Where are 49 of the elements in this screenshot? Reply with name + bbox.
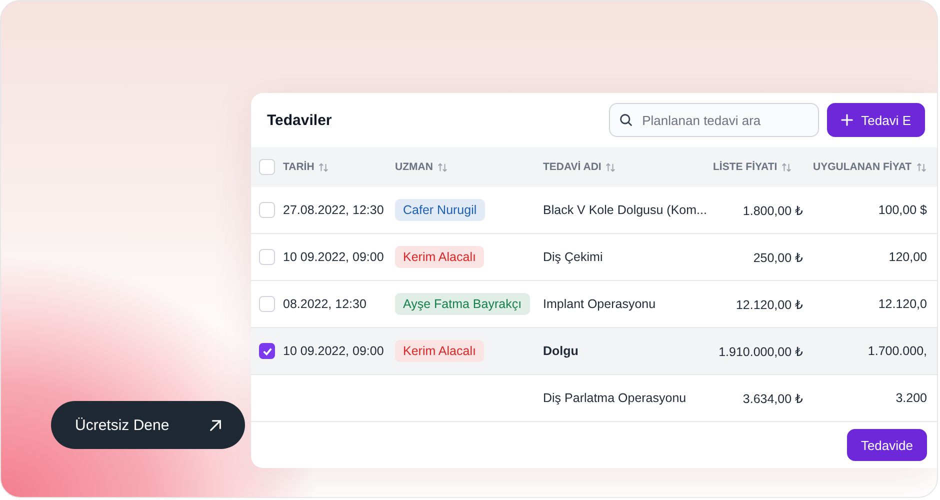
treatment-name: Black V Kole Dolgusu (Kom... <box>543 203 707 217</box>
card-title: Tedaviler <box>267 112 332 128</box>
list-price: 3.634,00 ₺ <box>742 392 803 406</box>
column-header[interactable]: UZMAN <box>395 161 433 173</box>
treatment-name: Implant Operasyonu <box>543 297 656 311</box>
table-row[interactable]: Diş Parlatma Operasyonu 3.634,00 ₺ 3.200 <box>251 375 937 422</box>
table-row[interactable]: 27.08.2022, 12:30 Cafer Nurugil Black V Kole Dolgusu (Kom... 1.800,00 ₺ 100,00 $ <box>251 187 937 234</box>
sort-icon[interactable] <box>916 162 927 172</box>
specialist-tag: Cafer Nurugil <box>395 199 485 221</box>
specialist-tag: Kerim Alacalı <box>395 340 484 362</box>
specialist-tag: Kerim Alacalı <box>395 246 484 268</box>
plus-icon <box>841 114 854 126</box>
free-trial-button[interactable]: Ücretsiz Dene <box>51 401 245 449</box>
add-treatment-button[interactable]: Tedavi E <box>827 103 925 137</box>
treatment-button[interactable]: Tedavide <box>846 429 927 461</box>
list-price: 1.910.000,00 ₺ <box>718 344 803 358</box>
column-header[interactable]: LİSTE FİYATI <box>713 161 778 173</box>
treatment-name: Diş Çekimi <box>543 250 603 264</box>
sort-icon[interactable] <box>781 162 792 172</box>
date-text: 10 09.2022, 09:00 <box>283 344 384 358</box>
applied-price: 100,00 $ <box>878 203 927 217</box>
check-icon <box>262 346 272 356</box>
sort-icon[interactable] <box>318 162 330 172</box>
sort-icon[interactable] <box>436 162 448 172</box>
applied-price: 1.700.000, <box>868 344 927 358</box>
list-price: 12.120,00 ₺ <box>736 298 803 312</box>
column-header[interactable]: UYGULANAN FİYAT <box>813 161 912 173</box>
list-price: 1.800,00 ₺ <box>742 204 803 218</box>
applied-price: 120,00 <box>888 250 927 264</box>
treatment-name: Diş Parlatma Operasyonu <box>543 391 686 405</box>
specialist-tag: Ayşe Fatma Bayrakçı <box>395 293 530 315</box>
search-icon <box>619 113 634 127</box>
table-row[interactable]: 10 09.2022, 09:00 Kerim Alacalı Dolgu 1.910.000,00 ₺ 1.700.000, <box>251 328 937 375</box>
search-field[interactable]: Planlanan tedavi ara <box>609 103 820 137</box>
treatment-name: Dolgu <box>543 344 578 358</box>
column-header[interactable]: TEDAVİ ADI <box>543 161 602 173</box>
column-header[interactable]: TARİH <box>283 161 314 173</box>
date-text: 27.08.2022, 12:30 <box>283 203 384 217</box>
applied-price: 3.200 <box>896 391 927 405</box>
date-text: 08.2022, 12:30 <box>283 297 366 311</box>
table-row[interactable]: 08.2022, 12:30 Ayşe Fatma Bayrakçı Implant Operasyonu 12.120,00 ₺ 12.120,0 <box>251 281 937 328</box>
select-all-checkbox[interactable] <box>259 159 275 175</box>
table-row[interactable]: 10 09.2022, 09:00 Kerim Alacalı Diş Çekimi 250,00 ₺ 120,00 <box>251 234 937 281</box>
row-checkbox[interactable] <box>259 343 275 359</box>
sort-icon[interactable] <box>605 162 616 172</box>
date-text: 10 09.2022, 09:00 <box>283 250 384 264</box>
list-price: 250,00 ₺ <box>753 250 803 264</box>
applied-price: 12.120,0 <box>878 297 927 311</box>
arrow-icon <box>208 418 223 432</box>
